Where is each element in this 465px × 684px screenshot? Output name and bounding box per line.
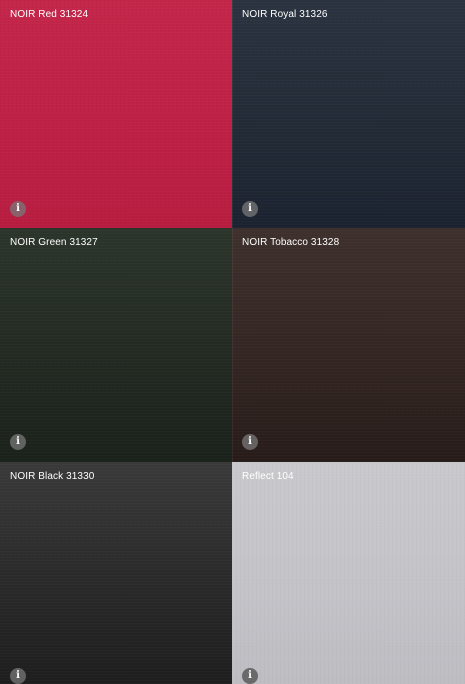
info-icon[interactable]: i [242, 668, 258, 684]
info-icon[interactable]: i [242, 201, 258, 217]
swatch-label: Reflect 104 [242, 471, 294, 482]
swatch-noir-green[interactable]: NOIR Green 31327 i [0, 228, 232, 462]
swatch-noir-royal[interactable]: NOIR Royal 31326 i [232, 0, 465, 228]
swatch-grid: NOIR Red 31324 i NOIR Royal 31326 i NOIR… [0, 0, 465, 684]
swatch-label: NOIR Royal 31326 [242, 9, 328, 20]
info-icon[interactable]: i [242, 434, 258, 450]
swatch-reflect[interactable]: Reflect 104 i [232, 462, 465, 684]
swatch-label: NOIR Red 31324 [10, 9, 89, 20]
swatch-label: NOIR Green 31327 [10, 237, 98, 248]
swatch-noir-red[interactable]: NOIR Red 31324 i [0, 0, 232, 228]
swatch-texture [232, 228, 465, 462]
info-icon[interactable]: i [10, 201, 26, 217]
info-icon[interactable]: i [10, 668, 26, 684]
swatch-noir-black[interactable]: NOIR Black 31330 i [0, 462, 232, 684]
swatch-texture [0, 228, 232, 462]
swatch-texture [0, 462, 232, 684]
swatch-noir-tobacco[interactable]: NOIR Tobacco 31328 i [232, 228, 465, 462]
swatch-texture [232, 462, 465, 684]
column-divider [232, 0, 233, 684]
swatch-label: NOIR Tobacco 31328 [242, 237, 340, 248]
swatch-label: NOIR Black 31330 [10, 471, 95, 482]
info-icon[interactable]: i [10, 434, 26, 450]
swatch-texture [232, 0, 465, 228]
swatch-texture [0, 0, 232, 228]
